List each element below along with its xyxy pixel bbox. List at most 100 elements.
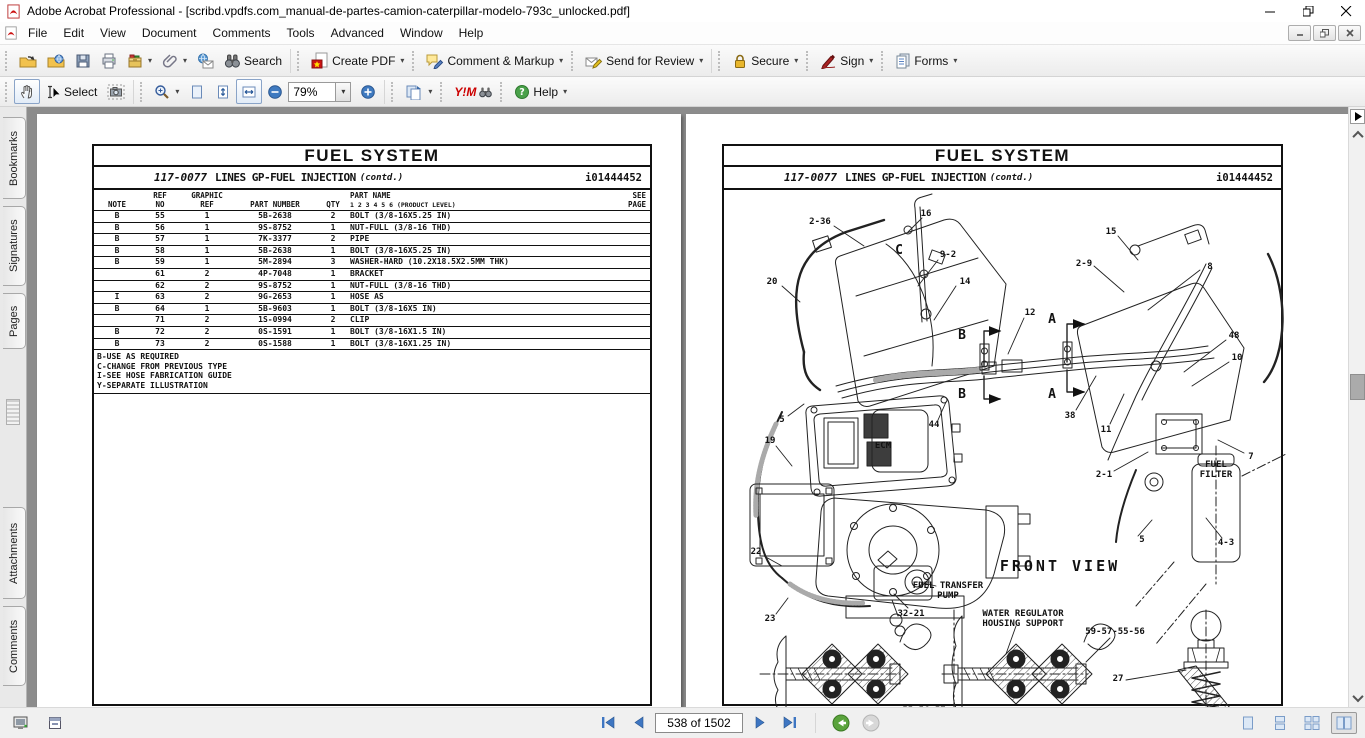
panel-toggle-button[interactable] [42,712,68,734]
vertical-scrollbar[interactable] [1348,107,1365,707]
select-tool-button[interactable]: Select [40,79,102,104]
fit-page-button[interactable] [210,79,236,104]
comment-markup-icon [426,53,444,69]
menu-window[interactable]: Window [392,23,451,43]
menu-advanced[interactable]: Advanced [323,23,392,43]
toolbar-grip[interactable] [440,82,444,102]
diagram-label-line: 2-36 [809,217,831,227]
single-page-mode-button[interactable] [1235,712,1261,734]
secure-button[interactable]: Secure [727,48,803,73]
sidebar-tab-attachments[interactable]: Attachments [3,507,26,599]
next-view-button[interactable] [858,712,884,734]
diagram-label-line: B [958,331,966,341]
cell: 2 [180,269,234,280]
help-icon: ? [514,84,530,100]
toolbar-grip[interactable] [718,51,722,71]
print-button[interactable] [96,48,122,73]
send-for-review-button[interactable]: Send for Review [580,48,708,73]
menu-comments[interactable]: Comments [205,23,279,43]
sign-button[interactable]: Sign [815,48,878,73]
sidebar-tab-bookmarks[interactable]: Bookmarks [3,117,26,199]
window-close-button[interactable] [1327,0,1365,22]
window-restore-button[interactable] [1289,0,1327,22]
document-area[interactable]: FUEL SYSTEM 117-0077 LINES GP-FUEL INJEC… [27,107,1348,707]
cell: 1 [316,327,350,338]
sidebar-tab-signatures[interactable]: Signatures [3,206,26,286]
open-web-button[interactable] [42,48,70,73]
zoom-level-input[interactable] [288,82,336,102]
zoom-out-button[interactable] [262,79,288,104]
secure-icon [732,53,748,69]
diagram-label-line: 10 [1232,353,1243,363]
cell: 2 [316,315,350,326]
menu-items: FileEditViewDocumentCommentsToolsAdvance… [20,23,491,43]
toolbar-grip[interactable] [412,51,416,71]
doc-minimize-button[interactable] [1288,25,1311,41]
doc-restore-button[interactable] [1313,25,1336,41]
toolbar-grip[interactable] [297,51,301,71]
fit-width-button[interactable] [236,79,262,104]
window-minimize-button[interactable] [1251,0,1289,22]
toolbar-grip[interactable] [881,51,885,71]
scrollbar-thumb[interactable] [1350,374,1365,400]
article-thread-button[interactable] [1350,109,1365,124]
page-title: FUEL SYSTEM [935,146,1070,166]
facing-mode-button[interactable] [1331,712,1357,734]
organizer-button[interactable] [122,48,157,73]
sidebar-tab-comments[interactable]: Comments [3,606,26,686]
forms-button[interactable]: Forms [890,48,962,73]
cell: 2 [180,281,234,292]
toolbar-grip[interactable] [500,82,504,102]
save-button[interactable] [70,48,96,73]
screen-mode-button[interactable] [8,712,34,734]
menu-file[interactable]: File [20,23,55,43]
sidebar-tab-pages[interactable]: Pages [3,293,26,349]
cell: 1 [316,223,350,234]
continuous-facing-mode-button[interactable] [1299,712,1325,734]
yahoo-search-button[interactable]: Y!M [449,79,497,104]
toolbar-grip[interactable] [140,82,144,102]
previous-page-button[interactable] [625,712,651,734]
zoom-level-dropdown[interactable]: ▾ [336,82,351,102]
table-note: B-USE AS REQUIRED [97,352,650,362]
open-button[interactable] [14,48,42,73]
nav-pane-splitter[interactable] [6,399,20,425]
continuous-mode-button[interactable] [1267,712,1293,734]
search-button[interactable]: Search [219,48,287,73]
menu-help[interactable]: Help [451,23,492,43]
menu-view[interactable]: View [92,23,134,43]
toolbar-grip[interactable] [571,51,575,71]
toolbar-grip[interactable] [391,82,395,102]
page-display-button[interactable] [400,79,437,104]
page-number-input[interactable] [655,713,743,733]
scroll-down-button[interactable] [1349,690,1365,705]
hand-tool-button[interactable] [14,79,40,104]
menu-document[interactable]: Document [134,23,205,43]
help-button[interactable]: ? Help [509,79,572,104]
toolbar-grip[interactable] [5,82,9,102]
create-pdf-button[interactable]: Create PDF [306,48,409,73]
zoom-in-button[interactable] [355,79,381,104]
previous-view-button[interactable] [828,712,854,734]
cell: NUT-FULL (3/8-16 THD) [350,281,598,292]
toolbar-separator [290,49,291,73]
diagram-label-line: 55-56-57 [902,706,945,707]
first-page-button[interactable] [595,712,621,734]
zoom-tool-button[interactable] [149,79,184,104]
doc-close-button[interactable] [1338,25,1361,41]
comment-markup-button[interactable]: Comment & Markup [421,48,568,73]
scroll-up-button[interactable] [1349,127,1365,142]
attach-button[interactable] [157,48,192,73]
snapshot-tool-button[interactable] [102,79,130,104]
toolbar-grip[interactable] [5,51,9,71]
diagram-label: 32-21 [897,609,924,619]
diagram-label-line: 16 [921,209,932,219]
email-button[interactable] [192,48,219,73]
toolbar-grip[interactable] [806,51,810,71]
menu-edit[interactable]: Edit [55,23,92,43]
menu-tools[interactable]: Tools [279,23,323,43]
actual-size-button[interactable] [184,79,210,104]
last-page-button[interactable] [777,712,803,734]
parts-table-header: NOTE REFNO GRAPHICREF PART NUMBER QTY PA… [94,190,650,211]
next-page-button[interactable] [747,712,773,734]
